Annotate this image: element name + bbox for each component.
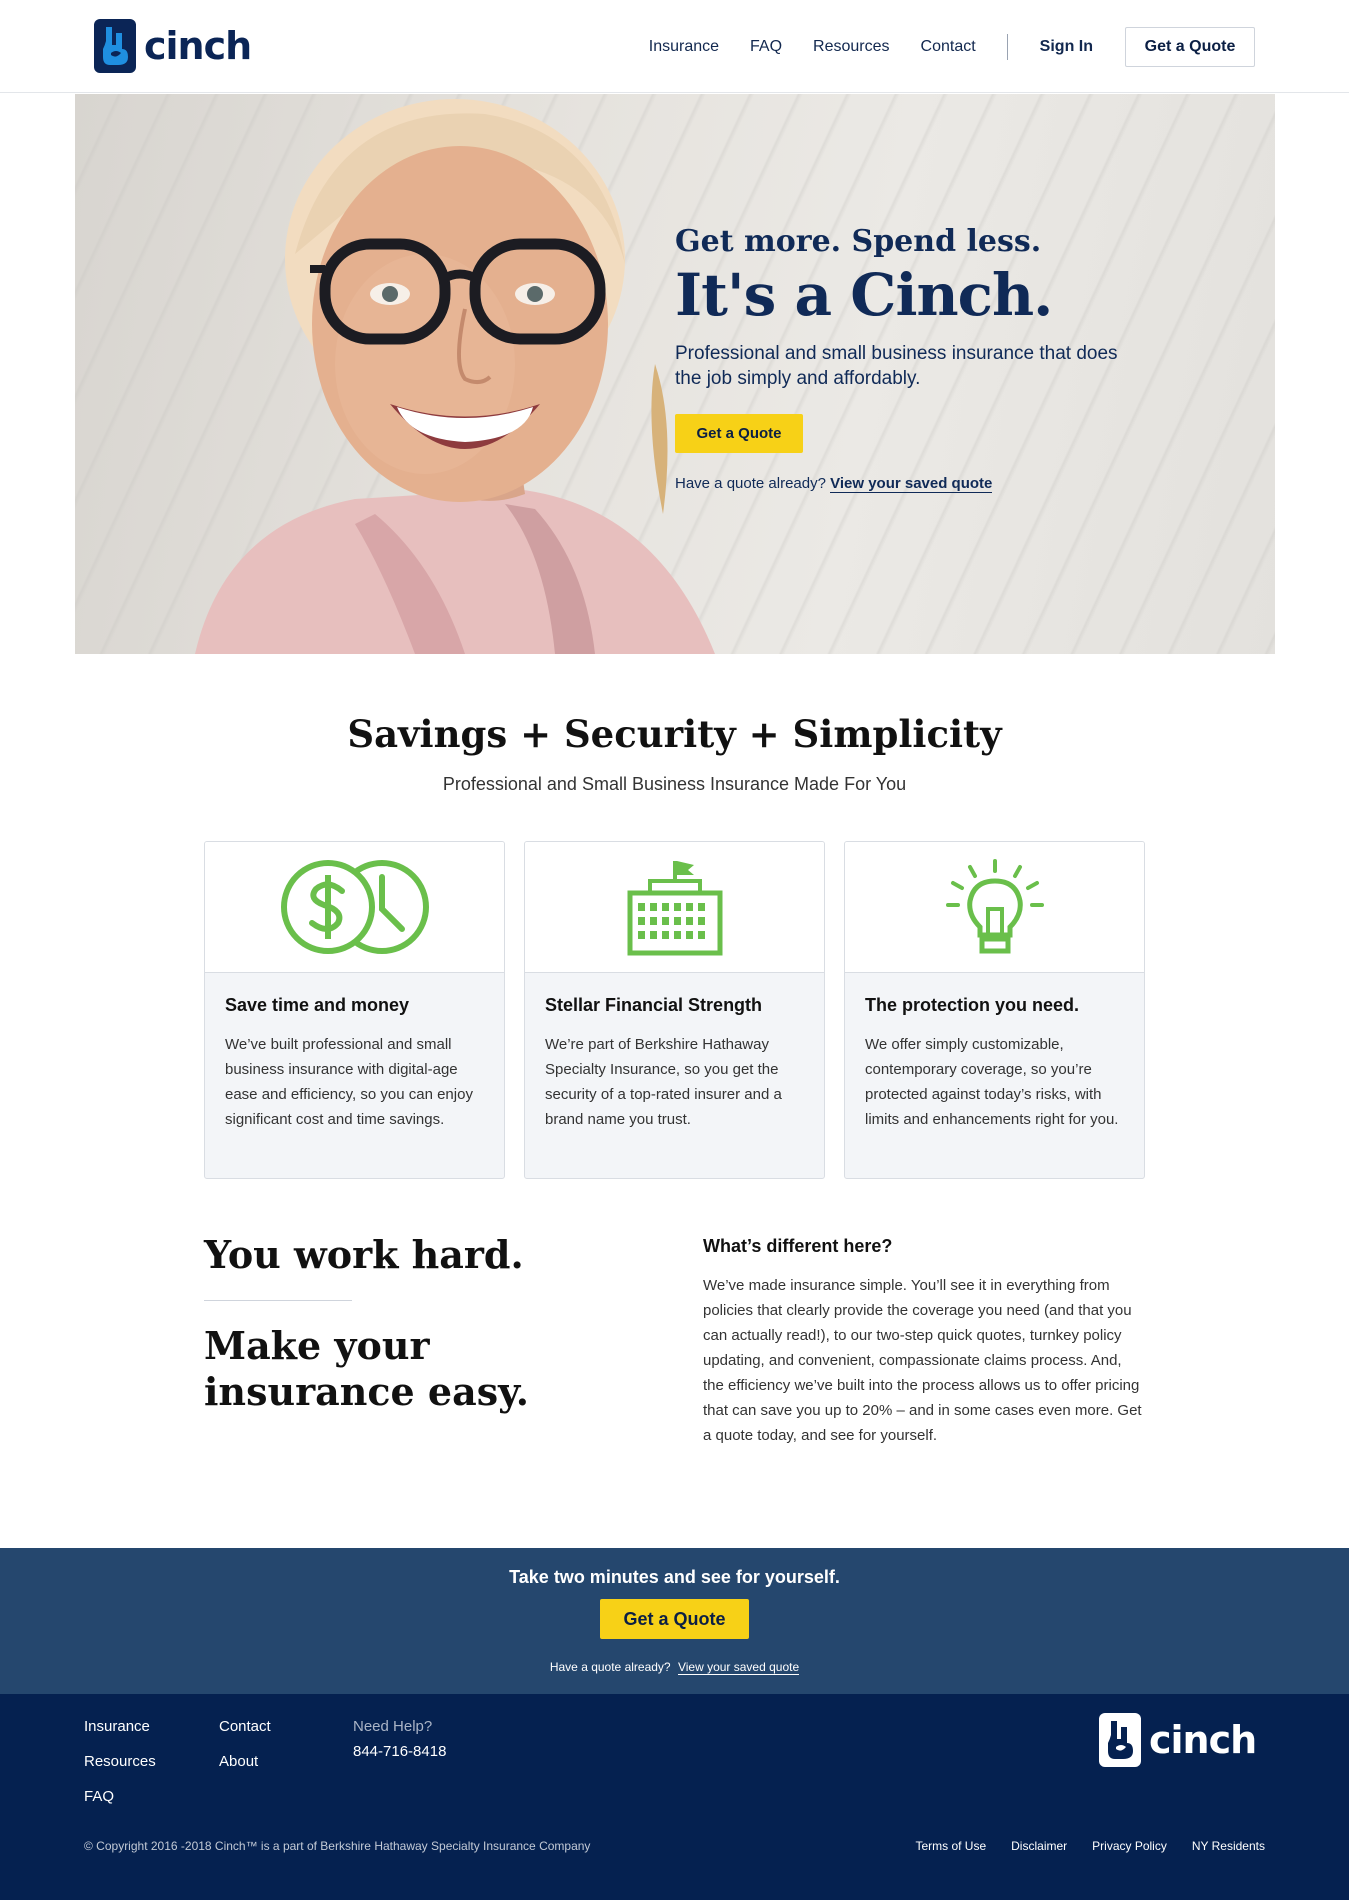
hero-banner: Get more. Spend less. It's a Cinch. Prof…: [75, 94, 1275, 654]
footer-link-faq[interactable]: FAQ: [84, 1788, 156, 1823]
footer-logo-wordmark: cinch: [1149, 1718, 1257, 1762]
card-save-time: Save time and money We’ve built professi…: [204, 841, 505, 1179]
card-title: The protection you need.: [865, 995, 1080, 1015]
card-title: Stellar Financial Strength: [545, 995, 763, 1015]
card-financial-strength: Stellar Financial Strength We’re part of…: [524, 841, 825, 1179]
footer-link-insurance[interactable]: Insurance: [84, 1718, 156, 1753]
nav-contact[interactable]: Contact: [921, 38, 976, 56]
card-title: Save time and money: [225, 995, 410, 1015]
cinch-logo[interactable]: cinch: [94, 19, 252, 73]
nav-divider: [1006, 33, 1008, 60]
work-hard-heading: You work hard.: [204, 1232, 524, 1277]
site-footer: Insurance Resources FAQ Contact About Ne…: [0, 1694, 1349, 1900]
different-question: What’s different here?: [703, 1236, 893, 1256]
main-nav: Insurance FAQ Resources Contact Sign In …: [649, 0, 1349, 93]
footer-cinch-logo[interactable]: cinch: [1099, 1713, 1257, 1767]
hero-copy: Get more. Spend less. It's a Cinch. Prof…: [675, 224, 1135, 493]
footer-help: Need Help? 844-716-8418: [353, 1718, 446, 1778]
cta-saved-quote-row: Have a quote already? View your saved qu…: [0, 1660, 1349, 1675]
footer-link-contact[interactable]: Contact: [219, 1718, 271, 1753]
heading-divider: [204, 1300, 352, 1301]
site-header: cinch Insurance FAQ Resources Contact Si…: [0, 0, 1349, 93]
value-cards: Save time and money We’ve built professi…: [204, 841, 1145, 1179]
footer-col-1: Insurance Resources FAQ: [84, 1718, 156, 1823]
cta-band: Take two minutes and see for yourself. G…: [0, 1548, 1349, 1694]
view-saved-quote-link[interactable]: View your saved quote: [830, 475, 993, 493]
sign-in-link[interactable]: Sign In: [1040, 38, 1093, 56]
header-get-quote-button[interactable]: Get a Quote: [1125, 26, 1255, 67]
card-text: We’ve built professional and small busin…: [225, 1036, 473, 1128]
card-protection: The protection you need. We offer simply…: [844, 841, 1145, 1179]
insurance-easy-heading: Make your insurance easy.: [204, 1323, 530, 1414]
legal-links: Terms of Use Disclaimer Privacy Policy N…: [890, 1839, 1265, 1853]
nav-faq[interactable]: FAQ: [750, 38, 782, 56]
different-body: We’ve made insurance simple. You’ll see …: [703, 1277, 1142, 1444]
privacy-policy-link[interactable]: Privacy Policy: [1092, 1839, 1167, 1853]
cta-title: Take two minutes and see for yourself.: [509, 1567, 840, 1587]
different-copy: What’s different here? We’ve made insura…: [703, 1236, 1145, 1448]
footer-link-about[interactable]: About: [219, 1753, 271, 1788]
ny-residents-link[interactable]: NY Residents: [1192, 1839, 1265, 1853]
values-subtitle: Professional and Small Business Insuranc…: [442, 774, 907, 794]
disclaimer-link[interactable]: Disclaimer: [1011, 1839, 1067, 1853]
footer-link-resources[interactable]: Resources: [84, 1753, 156, 1788]
card-text: We offer simply customizable, contempora…: [865, 1036, 1119, 1128]
hero-saved-quote-row: Have a quote already? View your saved qu…: [675, 475, 1135, 493]
hero-kicker: Get more. Spend less.: [675, 224, 1042, 259]
logo-wordmark: cinch: [144, 24, 252, 68]
different-headings: You work hard. Make your insurance easy.: [204, 1232, 644, 1415]
copyright: © Copyright 2016 -2018 Cinch™ is a part …: [84, 1839, 591, 1853]
building-icon: [627, 861, 722, 956]
hero-get-quote-button[interactable]: Get a Quote: [675, 414, 803, 453]
smiling-woman-photo: [195, 99, 715, 654]
terms-of-use-link[interactable]: Terms of Use: [915, 1839, 986, 1853]
hand-logo-icon: [94, 19, 136, 73]
cta-view-saved-quote-link[interactable]: View your saved quote: [677, 1660, 800, 1675]
hero-subtitle: Professional and small business insuranc…: [675, 343, 1118, 389]
dollar-clock-icon: [280, 860, 429, 954]
values-title: Savings + Security + Simplicity: [347, 712, 1002, 756]
have-quote-text: Have a quote already?: [675, 475, 826, 492]
have-quote-text: Have a quote already?: [549, 1660, 671, 1674]
footer-col-2: Contact About: [219, 1718, 271, 1788]
hand-logo-icon: [1099, 1713, 1141, 1767]
card-text: We’re part of Berkshire Hathaway Special…: [545, 1036, 782, 1128]
hero-title: It's a Cinch.: [675, 261, 1053, 329]
nav-insurance[interactable]: Insurance: [649, 38, 719, 56]
help-phone-link[interactable]: 844-716-8418: [353, 1743, 446, 1778]
lightbulb-icon: [945, 859, 1044, 954]
cta-get-quote-button[interactable]: Get a Quote: [600, 1599, 749, 1639]
nav-resources[interactable]: Resources: [813, 38, 889, 56]
